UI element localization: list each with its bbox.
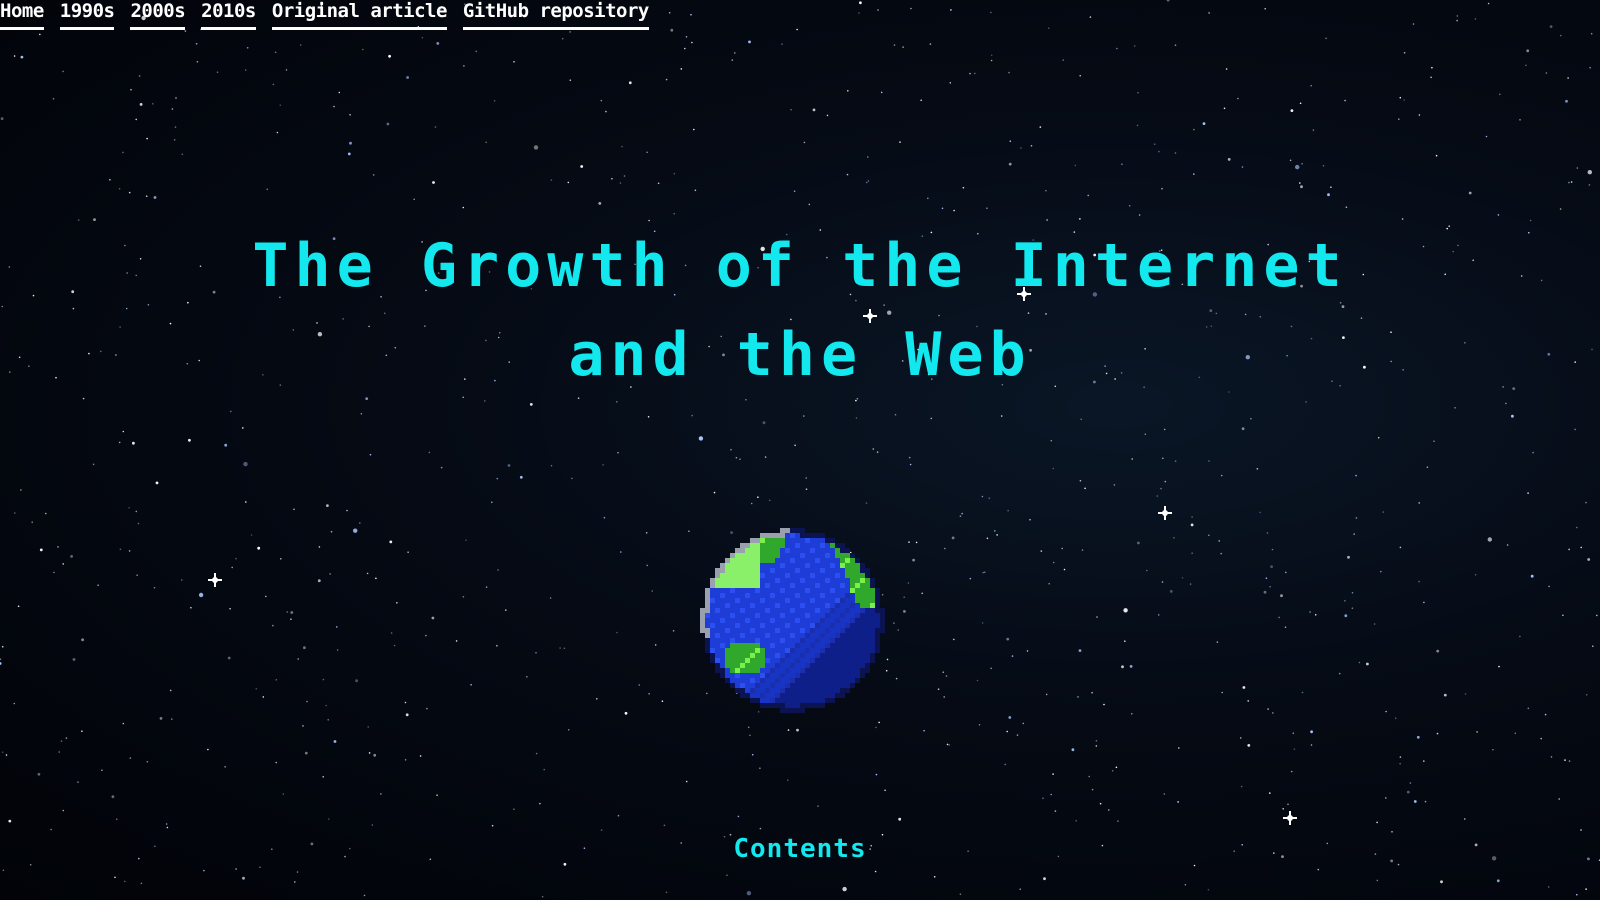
top-nav: Home 1990s 2000s 2010s Original article … — [0, 0, 649, 30]
contents-section: Contents — [0, 834, 1600, 864]
page-title: The Growth of the Internet and the Web — [0, 222, 1600, 400]
contents-link[interactable]: Contents — [733, 834, 866, 864]
nav-link-1990s[interactable]: 1990s — [59, 0, 115, 30]
page-title-line-2: and the Web — [568, 320, 1032, 390]
page-title-line-1: The Growth of the Internet — [252, 231, 1348, 301]
nav-link-2000s[interactable]: 2000s — [130, 0, 186, 30]
nav-link-github-repository[interactable]: GitHub repository — [462, 0, 649, 30]
earth-globe-icon — [700, 528, 885, 713]
nav-link-home[interactable]: Home — [0, 0, 44, 30]
nav-link-2010s[interactable]: 2010s — [201, 0, 256, 30]
starfield-background — [0, 0, 1600, 900]
stars — [0, 0, 1600, 898]
nav-link-original-article[interactable]: Original article — [271, 0, 447, 30]
